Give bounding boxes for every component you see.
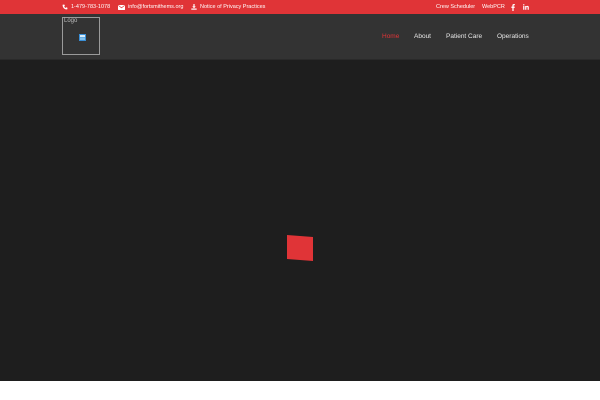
envelope-icon <box>118 4 125 10</box>
email-link[interactable]: info@fortsmithems.org <box>118 0 183 14</box>
nav-operations[interactable]: Operations <box>497 28 529 44</box>
loading-spinner <box>287 235 313 261</box>
nav-about[interactable]: About <box>414 28 431 44</box>
privacy-label: Notice of Privacy Practices <box>200 4 266 10</box>
facebook-link[interactable] <box>511 0 518 14</box>
top-bar: 1-479-783-1078 info@fortsmithems.org Not… <box>0 0 600 14</box>
hero-section <box>0 60 600 381</box>
webpcr-link[interactable]: WebPCR <box>482 0 505 14</box>
email-address: info@fortsmithems.org <box>128 4 184 10</box>
crew-scheduler-label: Crew Scheduler <box>436 4 476 10</box>
broken-image-icon <box>79 34 86 41</box>
phone-link[interactable]: 1-479-783-1078 <box>62 0 110 14</box>
site-header: Logo Home About Patient Care Operations <box>0 14 600 60</box>
phone-number: 1-479-783-1078 <box>71 4 111 10</box>
nav-home[interactable]: Home <box>382 28 399 44</box>
linkedin-icon <box>523 4 529 10</box>
webpcr-label: WebPCR <box>482 4 505 10</box>
crew-scheduler-link[interactable]: Crew Scheduler <box>436 0 475 14</box>
nav-patient-care[interactable]: Patient Care <box>446 28 482 44</box>
privacy-link[interactable]: Notice of Privacy Practices <box>191 0 265 14</box>
site-logo[interactable]: Logo <box>62 17 100 55</box>
phone-icon <box>62 4 68 10</box>
logo-alt-text: Logo <box>64 18 78 24</box>
linkedin-link[interactable] <box>523 0 532 14</box>
facebook-icon <box>511 3 515 11</box>
download-icon <box>191 4 197 10</box>
